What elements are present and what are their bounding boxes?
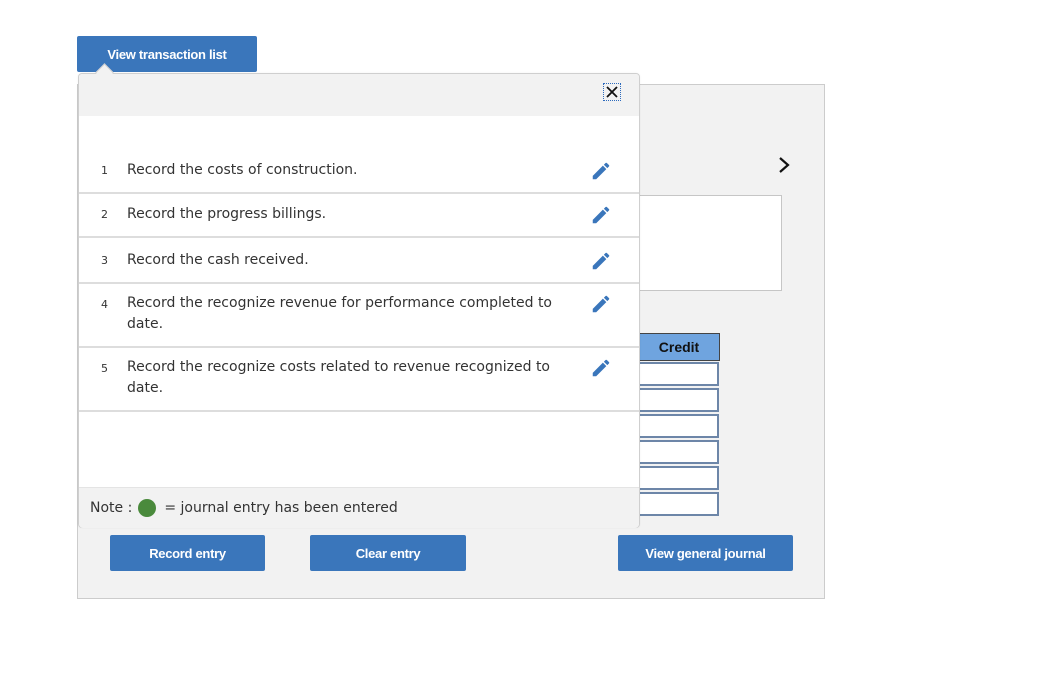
pencil-icon[interactable] [590, 160, 612, 182]
transaction-number: 4 [101, 298, 108, 311]
transaction-number: 1 [101, 164, 108, 177]
transaction-text: Record the cash received. [127, 252, 309, 268]
record-entry-button[interactable]: Record entry [110, 535, 265, 571]
transaction-row: 2 Record the progress billings. [79, 194, 639, 238]
entered-status-dot-icon [138, 499, 157, 517]
note-text: = journal entry has been entered [164, 500, 398, 516]
clear-entry-button[interactable]: Clear entry [310, 535, 466, 571]
credit-input[interactable] [638, 388, 719, 412]
chevron-right-icon[interactable] [776, 155, 792, 175]
pencil-icon[interactable] [590, 357, 612, 379]
note-bar: Note : = journal entry has been entered [79, 487, 639, 528]
close-button[interactable] [603, 83, 621, 101]
transaction-row: 4 Record the recognize revenue for perfo… [79, 284, 639, 348]
close-icon [606, 86, 618, 98]
transaction-number: 3 [101, 254, 108, 267]
note-label: Note : [90, 500, 133, 516]
view-general-journal-button[interactable]: View general journal [618, 535, 793, 571]
transaction-text: Record the recognize costs related to re… [127, 359, 550, 396]
transaction-description-box [636, 195, 782, 291]
credit-input[interactable] [638, 414, 719, 438]
credit-input[interactable] [638, 466, 719, 490]
transaction-row: 3 Record the cash received. [79, 238, 639, 284]
credit-input[interactable] [638, 440, 719, 464]
popup-header [79, 74, 639, 116]
transaction-list-popup: 1 Record the costs of construction. 2 Re… [78, 73, 640, 528]
transaction-number: 5 [101, 362, 108, 375]
transaction-text: Record the progress billings. [127, 206, 327, 222]
pencil-icon[interactable] [590, 250, 612, 272]
pencil-icon[interactable] [590, 293, 612, 315]
credit-input[interactable] [638, 492, 719, 516]
credit-column-header: Credit [638, 333, 720, 361]
transaction-number: 2 [101, 208, 108, 221]
transaction-row: 5 Record the recognize costs related to … [79, 348, 639, 412]
credit-input[interactable] [638, 362, 719, 386]
transaction-text: Record the recognize revenue for perform… [127, 295, 552, 332]
pencil-icon[interactable] [590, 204, 612, 226]
transaction-row: 1 Record the costs of construction. [79, 150, 639, 194]
transaction-text: Record the costs of construction. [127, 162, 358, 178]
